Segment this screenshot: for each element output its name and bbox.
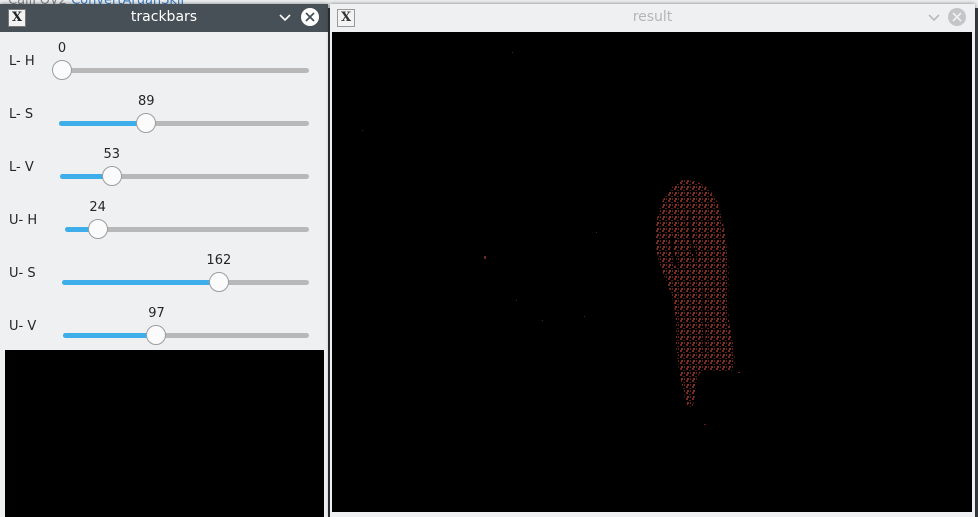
trackbar-slider[interactable] [52, 60, 309, 80]
trackbar-handle[interactable] [101, 166, 122, 186]
trackbar-label: U- V [9, 319, 37, 334]
trackbar-value: 89 [137, 94, 155, 109]
trackbars-window: X trackbars L- H 0 L- S 89 L- V 53 U- H … [0, 4, 328, 517]
trackbar-handle[interactable] [136, 113, 157, 133]
trackbar-u-h: U- H 24 [0, 193, 328, 246]
noise-speck [362, 130, 363, 131]
trackbar-fill [63, 333, 157, 338]
result-titlebar[interactable]: X result [330, 4, 975, 31]
trackbar-l-s: L- S 89 [0, 87, 328, 140]
close-icon [952, 12, 962, 22]
close-button[interactable] [948, 8, 966, 26]
result-image-canvas [332, 32, 972, 512]
trackbar-slider[interactable] [65, 219, 309, 239]
noise-speck [516, 300, 517, 301]
trackbar-handle[interactable] [146, 325, 167, 345]
close-button[interactable] [301, 8, 319, 26]
trackbars-titlebar[interactable]: X trackbars [0, 4, 328, 32]
trackbar-handle[interactable] [52, 60, 72, 80]
close-icon [305, 12, 315, 22]
trackbar-label: L- S [9, 107, 34, 122]
hand-mask-shape [655, 180, 735, 408]
trackbar-label: L- V [9, 160, 34, 175]
trackbar-label: U- H [9, 213, 38, 228]
trackbars-image-area [5, 350, 324, 517]
trackbar-handle[interactable] [87, 219, 108, 239]
trackbar-value: 0 [57, 41, 67, 56]
trackbar-slider[interactable] [59, 113, 309, 133]
trackbar-value: 97 [148, 306, 165, 321]
trackbar-slider[interactable] [63, 325, 309, 345]
noise-speck [704, 424, 706, 425]
noise-speck [542, 320, 543, 321]
trackbar-slider[interactable] [60, 166, 309, 186]
trackbar-value: 24 [89, 200, 106, 215]
mask-image [362, 52, 740, 425]
trackbar-fill [62, 280, 219, 285]
trackbar-u-v: U- V 97 [0, 299, 328, 352]
noise-speck [584, 316, 585, 317]
trackbar-fill [59, 121, 147, 126]
noise-speck [512, 52, 513, 53]
trackbar-handle[interactable] [208, 272, 229, 292]
noise-speck [484, 256, 486, 259]
trackbar-value: 53 [103, 147, 121, 162]
trackbar-l-h: L- H 0 [0, 34, 328, 87]
trackbar-u-s: U- S 162 [0, 246, 328, 299]
trackbar-slider[interactable] [62, 272, 309, 292]
trackbar-label: U- S [9, 266, 36, 281]
trackbar-value: 162 [206, 253, 232, 268]
trackbar-label: L- H [9, 54, 35, 69]
result-window: X result [330, 4, 975, 517]
noise-speck [596, 232, 597, 233]
result-window-title: result [632, 9, 673, 25]
noise-speck [738, 372, 740, 373]
trackbar-l-v: L- V 53 [0, 140, 328, 193]
chevron-down-icon[interactable] [278, 12, 292, 24]
chevron-down-icon[interactable] [927, 12, 941, 24]
